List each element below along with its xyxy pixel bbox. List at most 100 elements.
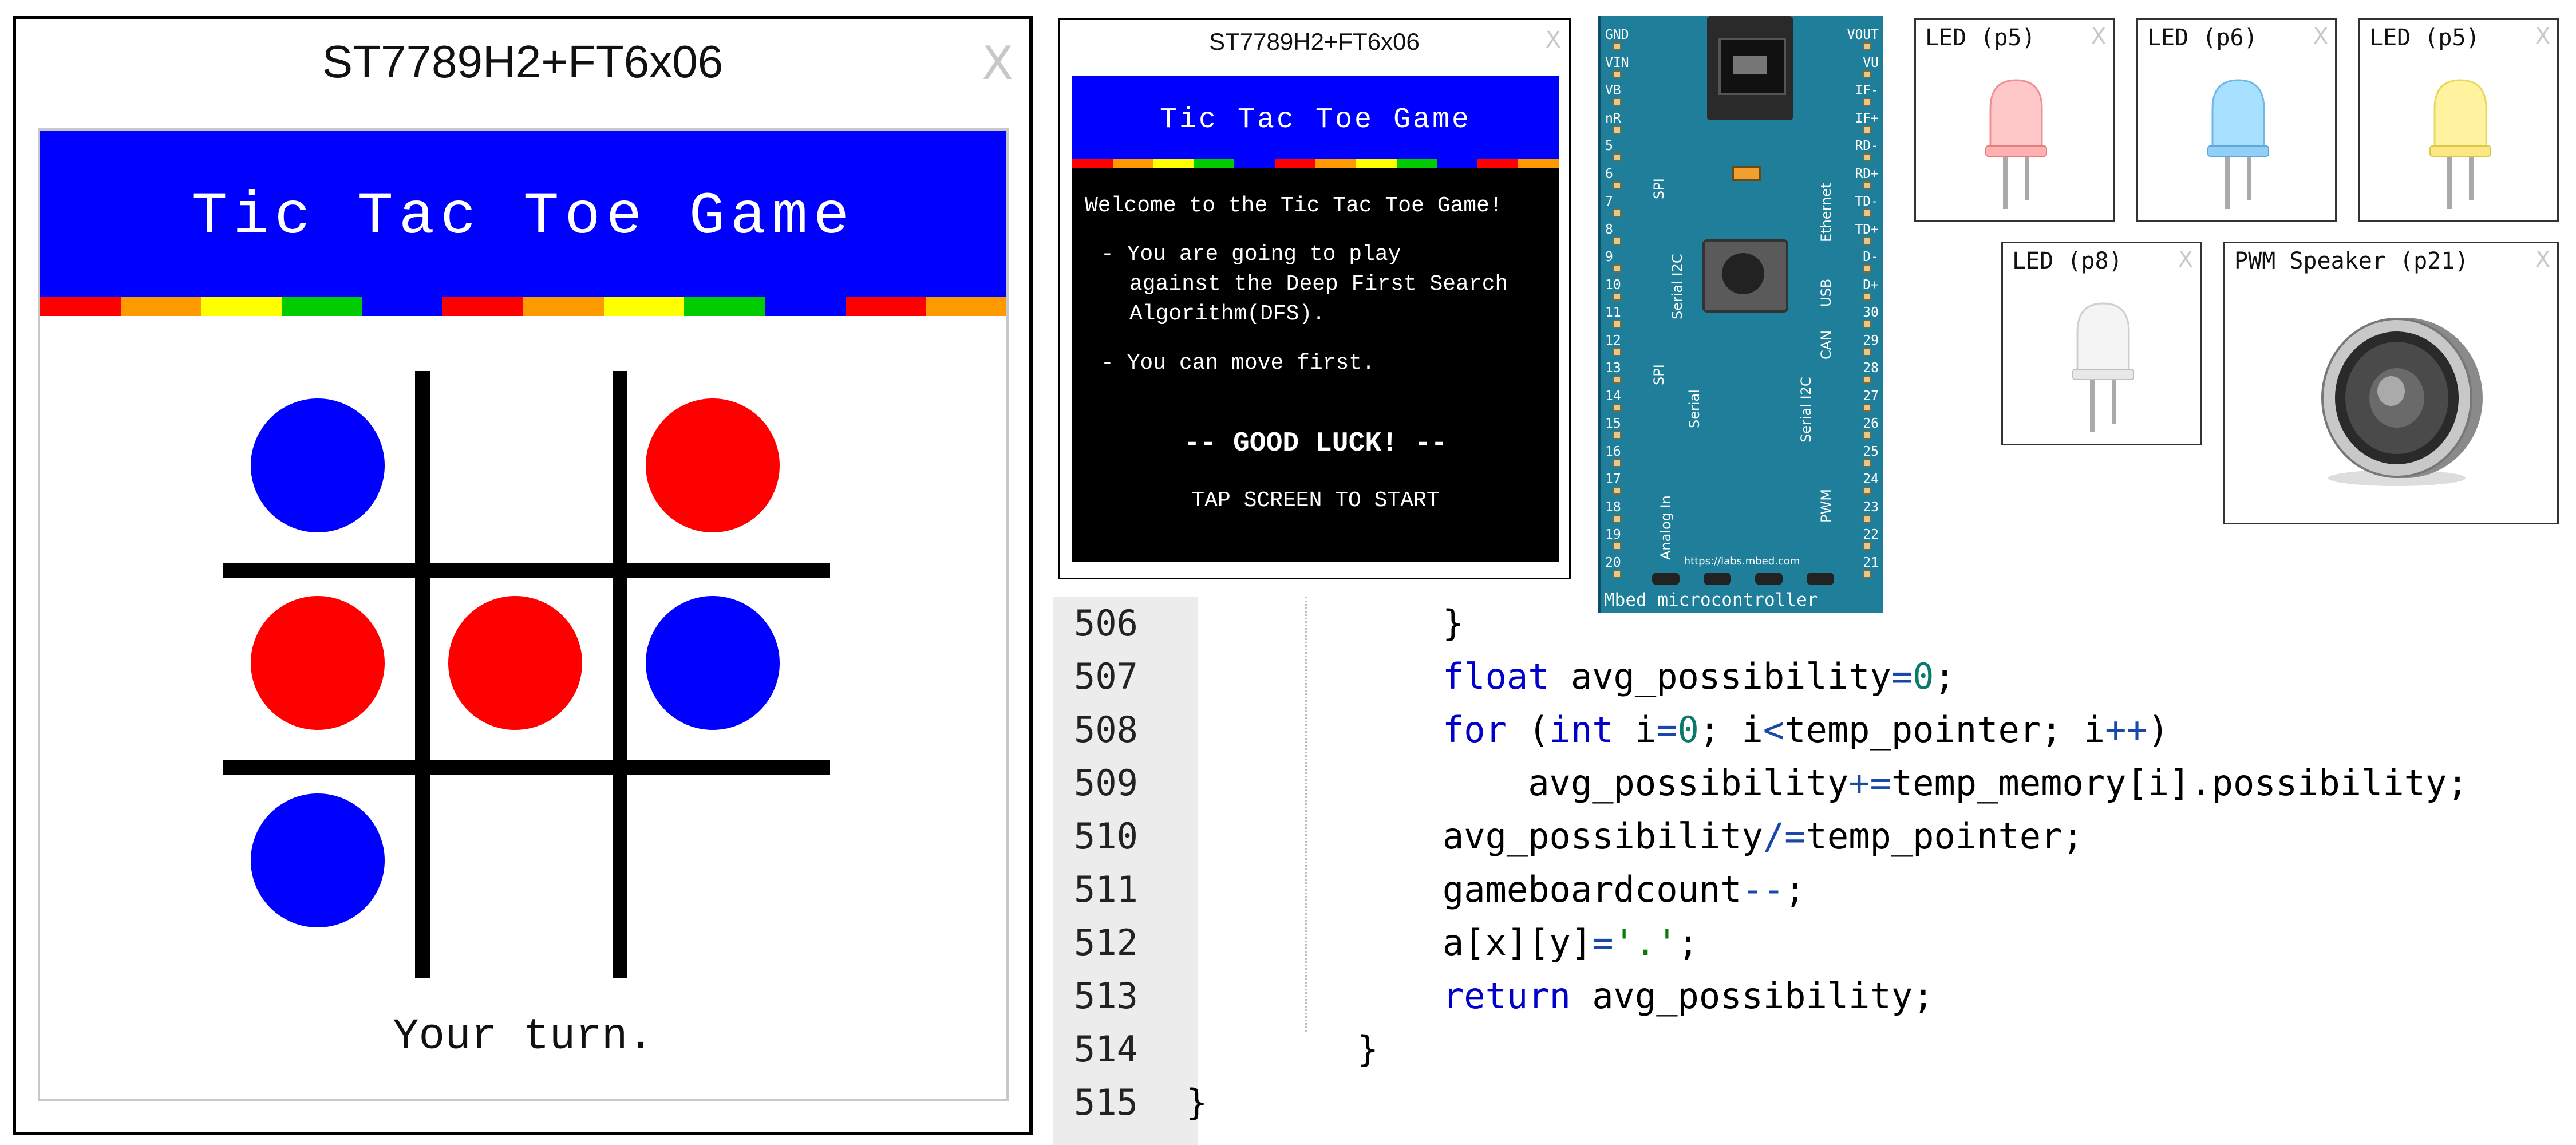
reset-button[interactable] <box>1702 239 1788 313</box>
code-text: } <box>1186 1081 1208 1123</box>
code-line[interactable]: 510 avg_possibility/=temp_pointer; <box>1053 810 2576 863</box>
code-line[interactable]: 507 float avg_possibility=0; <box>1053 650 2576 703</box>
pin-pad[interactable] <box>1863 292 1871 301</box>
code-line[interactable]: 514 } <box>1053 1022 2576 1076</box>
code-line[interactable]: 511 gameboardcount--; <box>1053 863 2576 916</box>
code-line[interactable]: 513 return avg_possibility; <box>1053 969 2576 1022</box>
pin-pad[interactable] <box>1863 181 1871 189</box>
led-label: LED (p6) <box>2147 25 2258 51</box>
bullet-1-line-3: Algorithm(DFS). <box>1129 302 1326 326</box>
pin-pad[interactable] <box>1613 209 1621 217</box>
pin-label: D+ <box>1863 277 1879 293</box>
code-line[interactable]: 509 avg_possibility+=temp_memory[i].poss… <box>1053 756 2576 810</box>
pin-pad[interactable] <box>1613 348 1621 356</box>
pin-pad[interactable] <box>1613 264 1621 273</box>
line-number: 506 <box>1074 602 1138 644</box>
pin-pad[interactable] <box>1863 98 1871 106</box>
group-analog-in: Analog In <box>1658 495 1674 560</box>
pin-pad[interactable] <box>1863 570 1871 578</box>
pin-pad[interactable] <box>1613 181 1621 189</box>
code-editor[interactable]: 506 } 507 float avg_possibility=0; 508 for… <box>1053 597 2576 1145</box>
group-usb: USB <box>1818 278 1834 307</box>
pin-pad[interactable] <box>1863 348 1871 356</box>
white-led-icon <box>2072 302 2134 432</box>
pin-pad[interactable] <box>1613 570 1621 578</box>
pin-pad[interactable] <box>1613 125 1621 134</box>
group-ethernet: Ethernet <box>1818 183 1834 242</box>
pin-pad[interactable] <box>1863 320 1871 328</box>
pin-label: 16 <box>1605 444 1621 459</box>
mini-display-close-button[interactable]: X <box>1546 27 1561 53</box>
blue-piece[interactable] <box>251 398 385 532</box>
close-icon[interactable]: X <box>2178 247 2193 272</box>
line-number: 509 <box>1074 762 1138 804</box>
pin-pad[interactable] <box>1613 70 1621 78</box>
line-number: 513 <box>1074 975 1138 1017</box>
red-piece[interactable] <box>448 596 582 730</box>
close-icon[interactable]: X <box>2535 23 2550 49</box>
code-line[interactable]: 506 } <box>1053 597 2576 650</box>
pin-pad[interactable] <box>1863 209 1871 217</box>
pin-pad[interactable] <box>1863 459 1871 467</box>
pin-label: 5 <box>1605 139 1613 153</box>
code-line[interactable]: 515} <box>1053 1076 2576 1129</box>
pin-pad[interactable] <box>1863 431 1871 439</box>
pin-label: 25 <box>1863 444 1879 459</box>
main-display-close-button[interactable]: X <box>982 37 1013 90</box>
pin-pad[interactable] <box>1613 292 1621 301</box>
pin-label: 17 <box>1605 472 1621 487</box>
red-piece[interactable] <box>646 398 780 532</box>
pin-pad[interactable] <box>1613 236 1621 245</box>
code-line[interactable]: 512 a[x][y]='.'; <box>1053 916 2576 969</box>
led-panel-p5-yellow: LED (p5) X <box>2358 18 2559 222</box>
red-piece[interactable] <box>251 596 385 730</box>
group-spi-1: SPI <box>1651 178 1667 199</box>
group-serial-i2c: Serial I2C <box>1669 254 1685 319</box>
pin-pad[interactable] <box>1863 153 1871 161</box>
mini-lcd-screen[interactable]: Tic Tac Toe Game Welcome to the Tic Tac … <box>1072 76 1559 562</box>
pin-pad[interactable] <box>1863 403 1871 412</box>
bullet-2: - You can move first. <box>1101 351 1375 376</box>
pin-pad[interactable] <box>1863 125 1871 134</box>
code-text: a[x][y]='.'; <box>1186 922 1699 964</box>
blue-piece[interactable] <box>251 793 385 927</box>
empty-cell[interactable] <box>646 793 780 927</box>
tic-tac-toe-board[interactable] <box>223 371 830 978</box>
close-icon[interactable]: X <box>2091 23 2106 49</box>
close-icon[interactable]: X <box>2313 23 2328 49</box>
code-line[interactable]: 508 for (int i=0; i<temp_pointer; i++) <box>1053 703 2576 756</box>
pin-pad[interactable] <box>1613 98 1621 106</box>
pin-pad[interactable] <box>1613 376 1621 384</box>
pin-pad[interactable] <box>1613 153 1621 161</box>
led-label: LED (p8) <box>2012 248 2123 274</box>
pin-label: VIN <box>1605 55 1629 70</box>
pin-pad[interactable] <box>1613 542 1621 550</box>
pin-pad[interactable] <box>1863 264 1871 273</box>
pin-pad[interactable] <box>1613 403 1621 412</box>
pin-pad[interactable] <box>1613 320 1621 328</box>
pin-pad[interactable] <box>1613 487 1621 495</box>
pin-pad[interactable] <box>1863 542 1871 550</box>
main-lcd-screen[interactable]: Tic Tac Toe Game Your turn. <box>38 128 1009 1101</box>
empty-cell[interactable] <box>448 398 582 532</box>
pin-pad[interactable] <box>1613 459 1621 467</box>
pin-pad[interactable] <box>1863 70 1871 78</box>
pin-label: 14 <box>1605 388 1621 404</box>
pin-label: 10 <box>1605 277 1621 293</box>
pin-pad[interactable] <box>1863 42 1871 50</box>
pin-label: 29 <box>1863 333 1879 348</box>
pin-pad[interactable] <box>1613 431 1621 439</box>
pin-pad[interactable] <box>1613 514 1621 523</box>
pin-pad[interactable] <box>1863 514 1871 523</box>
code-text: gameboardcount--; <box>1186 868 1806 910</box>
mbed-board: GND VIN VB nR 5 6 7 8 9 10 11 12 13 14 15 16 17 18 19 20 VO… <box>1598 16 1883 613</box>
code-text: float avg_possibility=0; <box>1442 656 1955 697</box>
pin-pad[interactable] <box>1613 42 1621 50</box>
empty-cell[interactable] <box>448 793 582 927</box>
blue-piece[interactable] <box>646 596 780 730</box>
pin-pad[interactable] <box>1863 487 1871 495</box>
pin-label: 9 <box>1605 250 1613 264</box>
pin-pad[interactable] <box>1863 236 1871 245</box>
pin-pad[interactable] <box>1863 376 1871 384</box>
close-icon[interactable]: X <box>2535 247 2550 272</box>
